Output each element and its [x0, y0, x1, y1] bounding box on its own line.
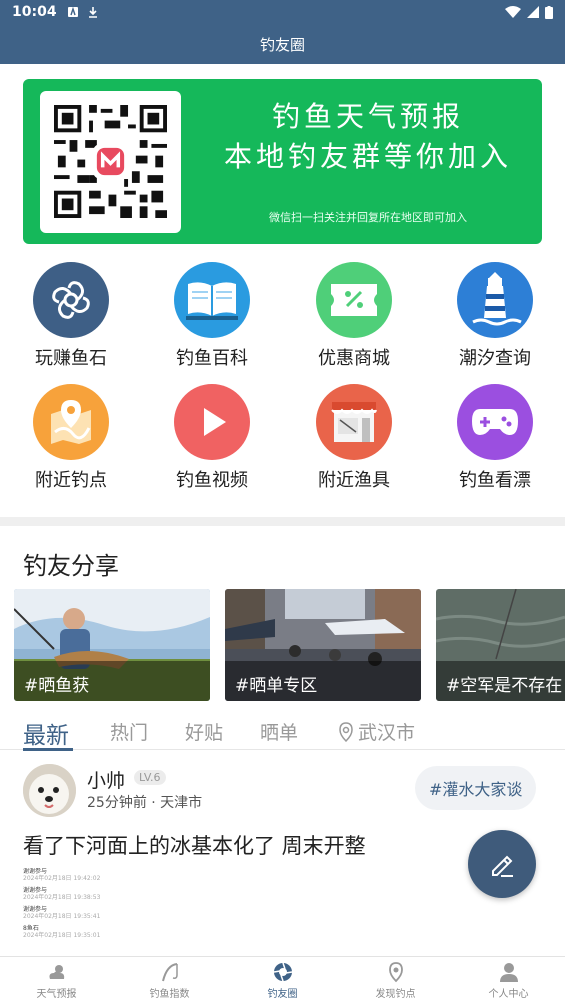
image-text-line: 2024年02月18日 19:42:02 — [23, 875, 101, 882]
page-title: 钓友圈 — [259, 35, 305, 54]
qr-code-icon — [54, 105, 167, 218]
bottom-nav: 天气预报 钓鱼指数 钓友圈 发现钓点 个人中心 — [0, 956, 565, 1004]
map-pin-icon — [33, 384, 109, 460]
grid-label: 钓鱼看漂 — [459, 470, 531, 491]
section-divider — [0, 517, 565, 526]
nav-label: 个人中心 — [488, 989, 529, 1000]
grid-item-encyclopedia[interactable]: 钓鱼百科 — [152, 262, 272, 370]
grid-label: 优惠商城 — [318, 348, 390, 369]
share-tag: #空军是不存在 — [436, 661, 565, 701]
grid-label: 附近渔具 — [318, 470, 390, 491]
qr-code — [40, 91, 181, 233]
nav-weather[interactable]: 天气预报 — [0, 961, 113, 1000]
location-icon — [388, 962, 403, 983]
banner-note: 微信扫一扫关注并回复所在地区即可加入 — [269, 211, 467, 224]
grid-item-tide[interactable]: 潮汐查询 — [435, 262, 555, 370]
grid-label: 玩赚鱼石 — [35, 348, 107, 369]
lighthouse-icon — [457, 262, 533, 338]
wifi-icon — [505, 6, 521, 18]
avatar[interactable] — [23, 764, 76, 817]
grid-label: 钓鱼视频 — [176, 470, 248, 491]
fishing-rod-icon — [161, 963, 178, 982]
nav-label: 钓友圈 — [267, 989, 298, 1000]
share-tag: #晒鱼获 — [14, 661, 210, 701]
image-text-line: 谢谢参与 — [23, 906, 48, 913]
grid-label: 附近钓点 — [35, 470, 107, 491]
grid-label: 钓鱼百科 — [176, 348, 248, 369]
status-time: 10:04 — [12, 4, 57, 20]
app-header: 钓友圈 — [0, 24, 565, 64]
image-text-line: 2024年02月18日 19:35:01 — [23, 932, 101, 939]
shop-icon — [316, 384, 392, 460]
nav-fishing-index[interactable]: 钓鱼指数 — [113, 961, 226, 1000]
post-meta: 25分钟前 · 天津市 — [87, 795, 203, 811]
level-badge: LV.6 — [134, 770, 166, 785]
banner-title-line1: 钓鱼天气预报 — [271, 100, 464, 133]
post-image[interactable]: 谢谢参与 2024年02月18日 19:42:02 谢谢参与 2024年02月1… — [23, 868, 183, 958]
compose-button[interactable] — [468, 830, 536, 898]
image-text-line: 谢谢参与 — [23, 887, 48, 894]
nav-label: 钓鱼指数 — [149, 989, 190, 1000]
grid-item-float-watch[interactable]: 钓鱼看漂 — [435, 384, 555, 492]
grid-item-nearby-spots[interactable]: 附近钓点 — [11, 384, 131, 492]
nav-discover-spots[interactable]: 发现钓点 — [339, 961, 452, 1000]
notification-a-icon — [67, 6, 78, 17]
tab-city-label: 武汉市 — [358, 722, 416, 744]
image-text-line: 谢谢参与 — [23, 868, 48, 875]
section-title: 钓友分享 — [23, 552, 119, 580]
status-bar: 10:04 — [0, 0, 565, 24]
grid-item-fish-stone[interactable]: 玩赚鱼石 — [11, 262, 131, 370]
grid-item-tackle-shop[interactable]: 附近渔具 — [294, 384, 414, 492]
grid-item-mall[interactable]: 优惠商城 — [294, 262, 414, 370]
download-icon — [88, 7, 97, 18]
share-card-catch[interactable]: #晒鱼获 — [14, 589, 210, 701]
nav-profile[interactable]: 个人中心 — [452, 961, 565, 1000]
username[interactable]: 小帅 — [87, 766, 125, 793]
camera-aperture-icon — [273, 962, 292, 982]
tab-hot[interactable]: 热门 — [110, 718, 148, 745]
image-text-line: 2024年02月18日 19:35:41 — [23, 913, 101, 920]
tab-indicator — [23, 748, 73, 751]
share-card-order[interactable]: #晒单专区 — [225, 589, 421, 701]
user-icon — [499, 963, 518, 982]
coupon-icon — [316, 262, 392, 338]
share-tag: #晒单专区 — [225, 661, 421, 701]
tab-latest[interactable]: 最新 — [23, 716, 69, 750]
grid-label: 潮汐查询 — [459, 348, 531, 369]
weather-icon — [49, 965, 64, 979]
banner-title-line2: 本地钓友群等你加入 — [223, 140, 512, 173]
nav-label: 天气预报 — [36, 989, 77, 1000]
book-icon — [174, 262, 250, 338]
signal-icon — [527, 6, 539, 18]
gamepad-icon — [457, 384, 533, 460]
feed-tabs: 最新 热门 好贴 晒单 武汉市 — [0, 716, 565, 751]
promo-banner[interactable]: 钓鱼天气预报 本地钓友群等你加入 微信扫一扫关注并回复所在地区即可加入 — [23, 79, 542, 244]
image-text-line: 8鱼石 — [23, 925, 39, 932]
nav-community[interactable]: 钓友圈 — [226, 961, 339, 1000]
nav-label: 发现钓点 — [375, 989, 416, 1000]
tab-city[interactable]: 武汉市 — [338, 718, 415, 745]
post-text: 看了下河面上的冰基本化了 周末开整 — [23, 834, 366, 858]
tab-good-posts[interactable]: 好贴 — [185, 718, 223, 745]
battery-icon — [545, 5, 553, 19]
tab-orders[interactable]: 晒单 — [260, 718, 298, 745]
image-text-line: 2024年02月18日 19:38:53 — [23, 894, 101, 901]
share-card-skunk[interactable]: #空军是不存在 — [436, 589, 565, 701]
pencil-icon — [492, 855, 513, 877]
location-pin-icon — [339, 721, 353, 742]
play-icon — [174, 384, 250, 460]
grid-item-videos[interactable]: 钓鱼视频 — [152, 384, 272, 492]
topic-tag[interactable]: #灌水大家谈 — [415, 766, 537, 810]
fish-stone-icon — [33, 262, 109, 338]
